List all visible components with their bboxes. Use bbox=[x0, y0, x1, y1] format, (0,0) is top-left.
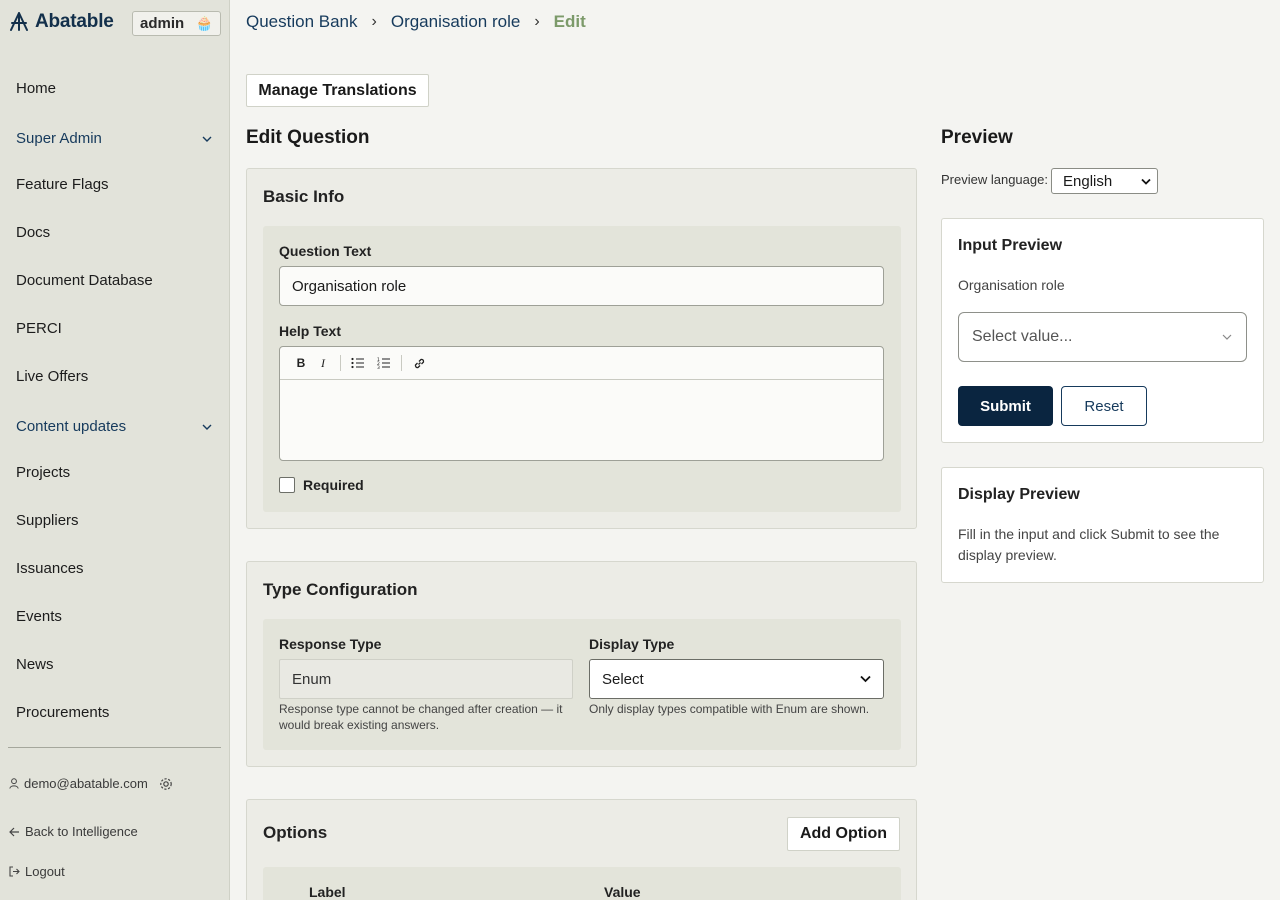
options-card: Options Add Option Label Value bbox=[246, 799, 917, 900]
chevron-right-icon: › bbox=[534, 13, 540, 30]
sidebar-item-feature-flags[interactable]: Feature Flags bbox=[16, 176, 109, 193]
editor-toolbar: B I 123 bbox=[280, 347, 883, 380]
sidebar-item-docs[interactable]: Docs bbox=[16, 224, 50, 241]
gear-icon[interactable] bbox=[159, 777, 173, 791]
sidebar-item-document-database[interactable]: Document Database bbox=[16, 272, 153, 289]
options-title: Options bbox=[263, 823, 328, 842]
chevron-right-icon: › bbox=[371, 13, 377, 30]
brand-name: Abatable bbox=[35, 11, 114, 32]
breadcrumb-question-bank[interactable]: Question Bank bbox=[246, 12, 358, 32]
input-preview-select[interactable]: Select value... bbox=[958, 312, 1247, 362]
display-type-value: Select bbox=[602, 670, 644, 688]
input-preview-field-label: Organisation role bbox=[958, 277, 1065, 293]
sidebar-group-label: Super Admin bbox=[16, 130, 102, 147]
user-icon bbox=[9, 778, 19, 789]
link-icon[interactable] bbox=[408, 352, 430, 374]
options-table: Label Value bbox=[263, 867, 901, 900]
sidebar-item-live-offers[interactable]: Live Offers bbox=[16, 368, 88, 385]
sidebar-item-events[interactable]: Events bbox=[16, 608, 62, 625]
question-text-input[interactable]: Organisation role bbox=[279, 266, 884, 306]
bold-icon[interactable]: B bbox=[290, 352, 312, 374]
sidebar-item-procurements[interactable]: Procurements bbox=[16, 704, 109, 721]
back-to-intelligence-link[interactable]: Back to Intelligence bbox=[9, 824, 138, 839]
sidebar-item-issuances[interactable]: Issuances bbox=[16, 560, 84, 577]
select-placeholder: Select value... bbox=[972, 328, 1073, 345]
preview-title: Preview bbox=[941, 127, 1013, 148]
breadcrumb-edit: Edit bbox=[553, 12, 586, 31]
preview-language-select[interactable]: English bbox=[1051, 168, 1158, 194]
preview-language-value: English bbox=[1063, 172, 1113, 190]
sidebar-item-perci[interactable]: PERCI bbox=[16, 320, 62, 337]
breadcrumb: Question Bank › Organisation role › Edit bbox=[246, 12, 586, 32]
italic-icon[interactable]: I bbox=[312, 352, 334, 374]
basic-info-title: Basic Info bbox=[263, 187, 345, 206]
response-type-label: Response Type bbox=[279, 636, 382, 652]
sidebar-divider bbox=[8, 747, 221, 748]
help-text-editor[interactable]: B I 123 bbox=[279, 346, 884, 461]
numbered-list-icon[interactable]: 123 bbox=[373, 352, 395, 374]
user-email: demo@abatable.com bbox=[24, 776, 148, 791]
display-type-label: Display Type bbox=[589, 636, 675, 652]
preview-language-label: Preview language: bbox=[941, 172, 1048, 187]
required-checkbox[interactable] bbox=[279, 477, 295, 493]
display-preview-title: Display Preview bbox=[958, 486, 1080, 503]
chevron-down-icon bbox=[202, 136, 212, 142]
sidebar-group-super-admin[interactable]: Super Admin bbox=[16, 130, 212, 147]
input-preview-card: Input Preview Organisation role Select v… bbox=[941, 218, 1264, 443]
sidebar-item-suppliers[interactable]: Suppliers bbox=[16, 512, 79, 529]
sidebar-item-news[interactable]: News bbox=[16, 656, 54, 673]
question-text-label: Question Text bbox=[279, 243, 372, 259]
type-configuration-fields: Response Type Enum Response type cannot … bbox=[263, 619, 901, 750]
display-type-hint: Only display types compatible with Enum … bbox=[589, 702, 870, 716]
sidebar-group-content-updates[interactable]: Content updates bbox=[16, 418, 212, 435]
back-link-label: Back to Intelligence bbox=[25, 824, 138, 839]
breadcrumb-organisation-role[interactable]: Organisation role bbox=[391, 12, 520, 32]
arrow-left-icon bbox=[9, 827, 19, 836]
chevron-down-icon bbox=[1141, 178, 1151, 185]
input-preview-title: Input Preview bbox=[958, 237, 1063, 254]
type-configuration-card: Type Configuration Response Type Enum Re… bbox=[246, 561, 917, 767]
sidebar-item-home[interactable]: Home bbox=[16, 80, 56, 97]
response-type-field: Enum bbox=[279, 659, 573, 699]
logout-link[interactable]: Logout bbox=[9, 864, 65, 879]
display-type-select[interactable]: Select bbox=[589, 659, 884, 699]
required-label: Required bbox=[303, 477, 364, 493]
logout-label: Logout bbox=[25, 864, 65, 879]
column-header-value: Value bbox=[604, 884, 641, 900]
toolbar-divider bbox=[401, 355, 402, 371]
brand[interactable]: Abatable bbox=[9, 11, 114, 33]
edit-question-title: Edit Question bbox=[246, 127, 370, 148]
basic-info-card: Basic Info Question Text Organisation ro… bbox=[246, 168, 917, 529]
bullet-list-icon[interactable] bbox=[347, 352, 369, 374]
basic-info-fields: Question Text Organisation role Help Tex… bbox=[263, 226, 901, 512]
help-text-label: Help Text bbox=[279, 323, 341, 339]
type-configuration-title: Type Configuration bbox=[263, 580, 418, 599]
cupcake-icon: 🧁 bbox=[195, 15, 213, 31]
logout-icon bbox=[9, 866, 20, 877]
display-preview-message: Fill in the input and click Submit to se… bbox=[958, 526, 1220, 563]
response-type-hint: Response type cannot be changed after cr… bbox=[279, 702, 563, 732]
role-badge[interactable]: admin 🧁 bbox=[132, 11, 221, 36]
user-row: demo@abatable.com bbox=[9, 776, 173, 791]
svg-text:3: 3 bbox=[377, 365, 380, 369]
chevron-down-icon bbox=[202, 424, 212, 430]
required-checkbox-row[interactable]: Required bbox=[279, 477, 364, 493]
display-preview-card: Display Preview Fill in the input and cl… bbox=[941, 467, 1264, 583]
column-header-label: Label bbox=[309, 884, 346, 900]
sidebar: Abatable admin 🧁 Home Super Admin Featur… bbox=[0, 0, 230, 900]
abatable-logo-icon bbox=[10, 12, 28, 31]
sidebar-group-label: Content updates bbox=[16, 418, 127, 435]
submit-button[interactable]: Submit bbox=[958, 386, 1053, 426]
role-label: admin bbox=[140, 15, 185, 32]
reset-button[interactable]: Reset bbox=[1061, 386, 1147, 426]
chevron-down-icon bbox=[860, 675, 871, 683]
manage-translations-button[interactable]: Manage Translations bbox=[246, 74, 429, 107]
toolbar-divider bbox=[340, 355, 341, 371]
chevron-down-icon bbox=[1222, 334, 1232, 340]
sidebar-item-projects[interactable]: Projects bbox=[16, 464, 70, 481]
add-option-button[interactable]: Add Option bbox=[787, 817, 900, 851]
